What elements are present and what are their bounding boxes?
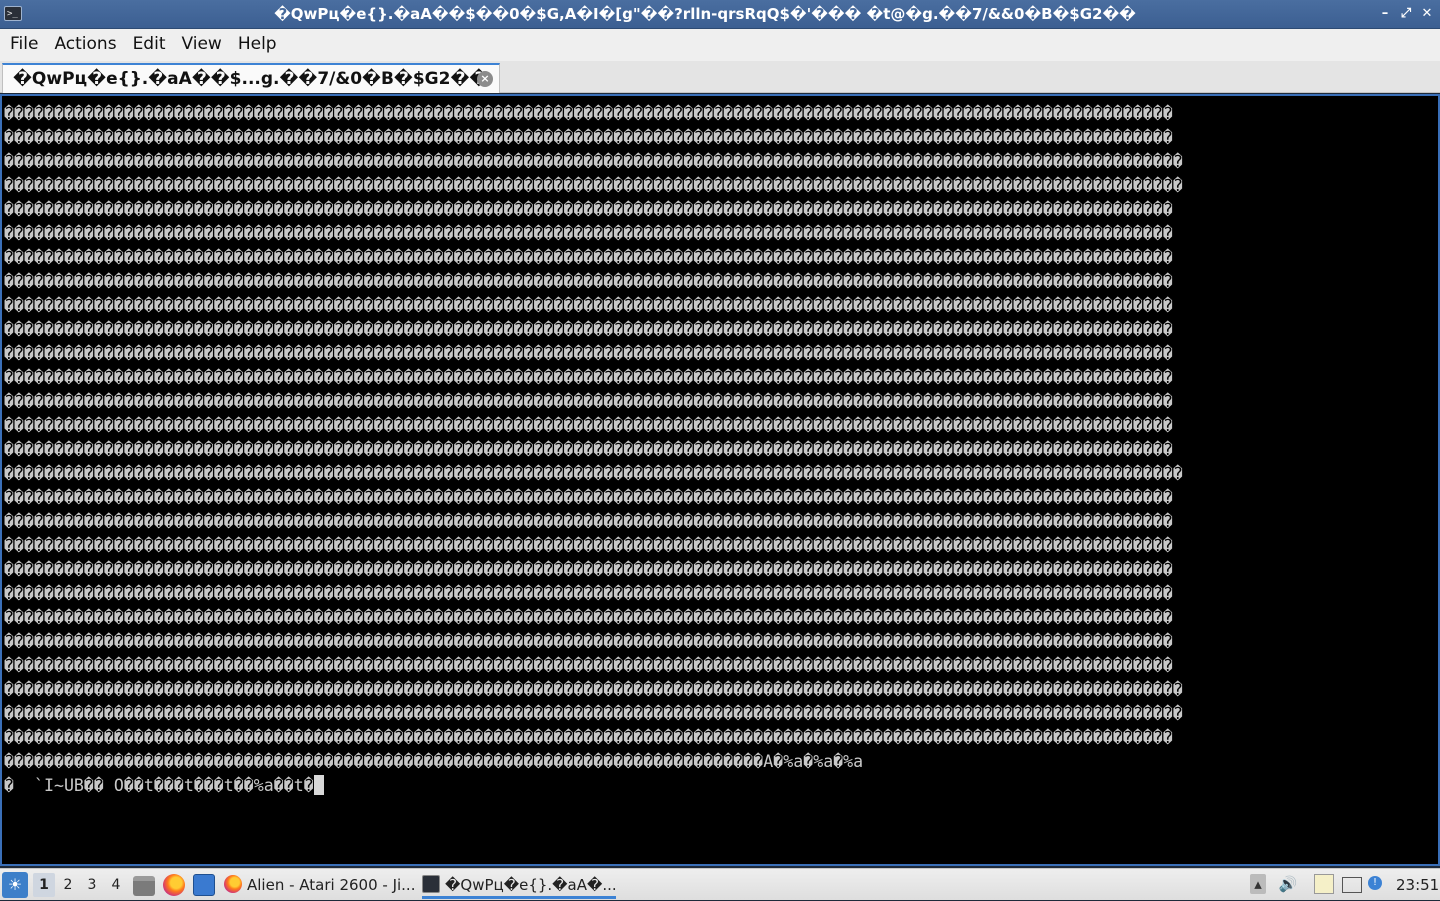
window-titlebar[interactable]: >_ �QwPц�e{}.�aA��$��0�$G,A�I�[g"��?rlln…: [0, 0, 1440, 29]
terminal-line: ����������������������������������������…: [4, 464, 1183, 483]
terminal-line: ����������������������������������������…: [4, 728, 1173, 747]
terminal-line: ����������������������������������������…: [4, 656, 1173, 675]
terminal-line: ����������������������������������������…: [4, 488, 1173, 507]
menu-file[interactable]: File: [2, 29, 46, 61]
terminal-line: ����������������������������������������…: [4, 176, 1183, 195]
terminal-line: ����������������������������������������…: [4, 512, 1173, 531]
notification-icon[interactable]: !: [1368, 876, 1382, 890]
terminal-line: ����������������������������������������…: [4, 104, 1173, 123]
close-icon[interactable]: ✕: [1418, 5, 1436, 23]
terminal-scrollbar[interactable]: [1410, 96, 1438, 864]
display-icon[interactable]: [1342, 877, 1362, 893]
notes-icon[interactable]: [1314, 874, 1334, 894]
terminal-line: ����������������������������������������…: [4, 200, 1173, 219]
firefox-icon: [224, 875, 242, 893]
volume-icon[interactable]: 🔊: [1278, 874, 1298, 894]
terminal-line: ����������������������������������������…: [4, 440, 1173, 459]
text-cursor: [313, 775, 324, 795]
terminal-line: ����������������������������������������…: [4, 344, 1173, 363]
task-label: Alien - Atari 2600 - Ji...: [247, 876, 414, 894]
taskbar: ☀ 1 2 3 4 Alien - Atari 2600 - Ji... �Qw…: [0, 868, 1440, 900]
maximize-icon[interactable]: ⤢: [1397, 5, 1415, 23]
terminal-line: ����������������������������������������…: [4, 608, 1173, 627]
terminal-icon: [422, 875, 440, 893]
terminal-line: ����������������������������������������…: [4, 296, 1173, 315]
terminal-line: ����������������������������������������…: [4, 272, 1173, 291]
firefox-icon[interactable]: [163, 874, 185, 896]
menu-edit[interactable]: Edit: [125, 29, 174, 61]
desktop-4[interactable]: 4: [105, 873, 127, 897]
desktop-2[interactable]: 2: [57, 873, 79, 897]
terminal-line: ����������������������������������������…: [4, 536, 1173, 555]
terminal-line: ����������������������������������������…: [4, 128, 1173, 147]
task-label: �QwPц�e{}.�aA�...: [445, 876, 616, 894]
terminal-output[interactable]: ����������������������������������������…: [0, 94, 1440, 866]
terminal-line: ����������������������������������������…: [4, 560, 1173, 579]
terminal-app-icon: >_: [4, 6, 22, 21]
task-terminal[interactable]: �QwPц�e{}.�aA�...: [422, 871, 616, 899]
terminal-line: ����������������������������������������…: [4, 416, 1173, 435]
terminal-line: ����������������������������������������…: [4, 704, 1183, 723]
prompt-text: � `I~UB�� O��t���t���t��%a��t�: [4, 776, 314, 795]
terminal-line: ����������������������������������������…: [4, 368, 1173, 387]
terminal-line: ����������������������������������������…: [4, 680, 1183, 699]
clipboard-icon[interactable]: ▴: [1250, 874, 1266, 894]
window-title: �QwPц�e{}.�aA��$��0�$G,A�I�[g"��?rlln-qr…: [274, 5, 1136, 23]
tab-bar: �QwPц�e{}.�aA��$...g.��7/&0�B�$G2�� ×: [0, 61, 1440, 93]
clock[interactable]: 23:51: [1396, 869, 1439, 901]
menu-actions[interactable]: Actions: [46, 29, 124, 61]
menu-bar: File Actions Edit View Help: [0, 29, 1440, 61]
minimize-icon[interactable]: –: [1376, 5, 1394, 23]
tab-label: �QwPц�e{}.�aA��$...g.��7/&0�B�$G2��: [13, 69, 489, 89]
desktop-1[interactable]: 1: [33, 873, 55, 897]
task-firefox[interactable]: Alien - Atari 2600 - Ji...: [224, 871, 414, 899]
terminal-tab[interactable]: �QwPц�e{}.�aA��$...g.��7/&0�B�$G2�� ×: [2, 63, 500, 93]
terminal-line: ����������������������������������������…: [4, 632, 1173, 651]
terminal-prompt-line: � `I~UB�� O��t���t���t��%a��t�: [4, 774, 1183, 798]
terminal-line: ����������������������������������������…: [4, 584, 1173, 603]
tab-close-icon[interactable]: ×: [477, 71, 493, 87]
start-menu-icon[interactable]: ☀: [2, 872, 28, 898]
terminal-line: ����������������������������������������…: [4, 248, 1173, 267]
menu-view[interactable]: View: [173, 29, 229, 61]
menu-help[interactable]: Help: [230, 29, 285, 61]
desktop-3[interactable]: 3: [81, 873, 103, 897]
terminal-text: ����������������������������������������…: [4, 102, 1183, 798]
terminal-line: ����������������������������������������…: [4, 152, 1183, 171]
desktop-icon[interactable]: [193, 874, 215, 896]
terminal-line: ����������������������������������������…: [4, 320, 1173, 339]
terminal-line: ����������������������������������������…: [4, 392, 1173, 411]
terminal-line: ����������������������������������������…: [4, 224, 1173, 243]
file-manager-icon[interactable]: [133, 876, 155, 896]
terminal-line: ����������������������������������������…: [4, 752, 864, 771]
